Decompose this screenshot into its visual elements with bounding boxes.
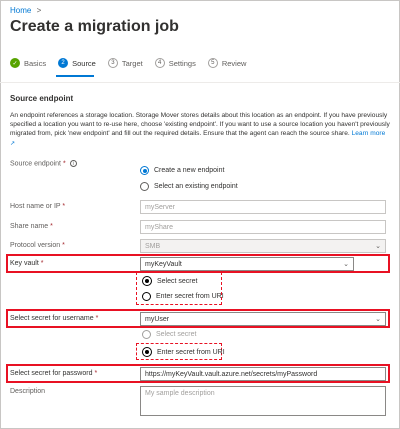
description-text: An endpoint references a storage locatio… [10,112,390,137]
info-icon[interactable]: i [69,160,77,167]
external-link-icon: ↗ [10,141,16,147]
tab-basics-label: Basics [24,58,47,68]
radio-enter-secret-uri-2[interactable]: Enter secret from URI [142,347,225,357]
password-input[interactable]: https://myKeyVault.vault.azure.net/secre… [140,367,386,381]
radio-button [142,276,152,286]
tab-settings-label: Settings [168,58,196,68]
source-endpoint-label: Source endpoint * i [10,160,77,167]
step-number-target: 3 [107,58,118,68]
learn-more-link[interactable]: Learn more [352,130,386,137]
radio-select-secret-2[interactable]: Select secret [142,330,196,339]
key-vault-label: Key vault * [10,260,44,267]
breadcrumb-separator: > [36,6,42,15]
tab-target-label: Target [121,58,143,68]
radio-button [140,182,149,191]
tab-source-label: Source [72,58,96,68]
radio-create-new-endpoint[interactable]: Create a new endpoint [140,166,224,175]
tab-settings[interactable]: 4 Settings [154,58,196,68]
tab-review-label: Review [221,58,247,68]
share-input[interactable]: myShare [140,220,386,234]
host-label: Host name or IP * [10,203,66,210]
step-number-settings: 4 [154,58,165,68]
share-label: Share name * [10,223,53,230]
radio-label: Create a new endpoint [154,167,225,174]
radio-button [142,347,152,357]
tab-target[interactable]: 3 Target [107,58,143,68]
breadcrumb-home[interactable]: Home [10,6,31,15]
protocol-select: SMB ⌄ [140,239,386,253]
divider [0,82,400,83]
wizard-steps: ✓ Basics 2 Source 3 Target 4 Settings 5 … [10,57,258,69]
protocol-label: Protocol version * [10,242,65,249]
section-title: Source endpoint [10,94,74,103]
radio-button [140,166,149,175]
description-label: Description [10,388,46,395]
description-textarea[interactable]: My sample description [140,386,386,416]
radio-select-secret[interactable]: Select secret [142,276,197,286]
radio-label: Enter secret from URI [157,348,225,356]
step-number-source: 2 [58,58,69,68]
page-title: Create a migration job [10,18,179,35]
radio-button [142,292,151,301]
radio-label: Enter secret from URI [156,293,224,300]
radio-enter-secret-uri[interactable]: Enter secret from URI [142,292,224,301]
section-description: An endpoint references a storage locatio… [10,111,390,149]
radio-label: Select an existing endpoint [154,183,238,190]
tab-source[interactable]: 2 Source [58,58,96,68]
chevron-down-icon: ⌄ [375,243,381,250]
radio-label: Select secret [157,277,198,285]
password-label: Select secret for password * [10,370,98,377]
breadcrumb: Home > [10,6,41,15]
step-number-review: 5 [207,58,218,68]
check-icon: ✓ [10,58,20,68]
tab-review[interactable]: 5 Review [207,58,247,68]
radio-select-existing-endpoint[interactable]: Select an existing endpoint [140,182,238,191]
radio-button [142,330,151,339]
chevron-down-icon: ⌄ [375,316,381,323]
active-tab-indicator [56,75,94,77]
chevron-down-icon: ⌄ [343,261,349,268]
username-label: Select secret for username * [10,315,99,322]
tab-basics[interactable]: ✓ Basics [10,58,46,68]
radio-label: Select secret [156,331,197,338]
username-select[interactable]: myUser ⌄ [140,312,386,326]
key-vault-select[interactable]: myKeyVault ⌄ [140,257,354,271]
host-input[interactable]: myServer [140,200,386,214]
